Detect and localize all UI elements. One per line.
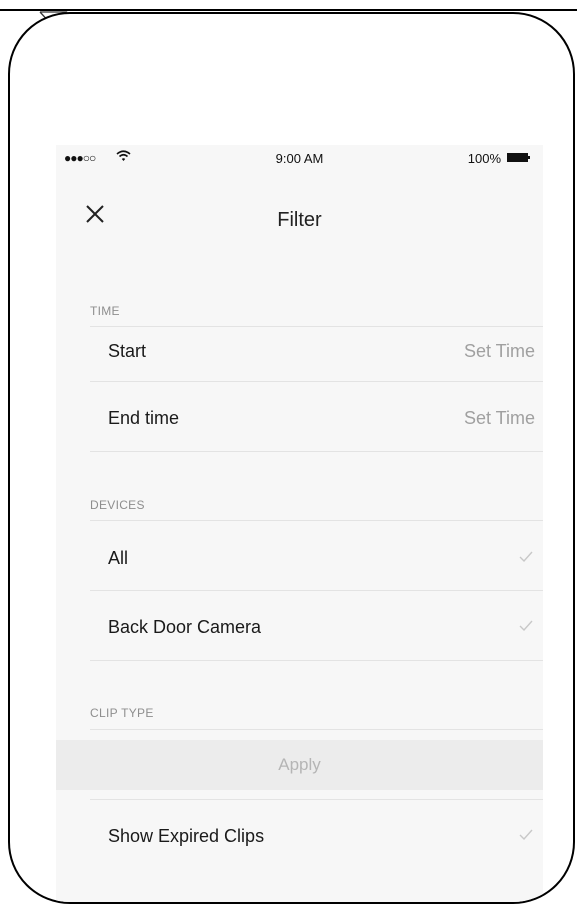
start-time-row[interactable]: Start Set Time — [90, 316, 543, 386]
filter-screen: ●●●○○ 9:00 AM 100% Filter TIME Start Set… — [56, 145, 543, 902]
section-label-clip-type: CLIP TYPE — [90, 706, 154, 720]
divider — [90, 451, 543, 452]
start-time-label: Start — [108, 341, 147, 361]
clip-expired-label: Show Expired Clips — [108, 826, 265, 846]
device-all-label: All — [108, 548, 129, 568]
device-back-door-row[interactable]: Back Door Camera — [90, 592, 543, 662]
status-bar: ●●●○○ 9:00 AM 100% — [56, 145, 543, 171]
top-border-line — [0, 9, 577, 11]
divider — [90, 799, 543, 800]
divider — [90, 590, 543, 591]
device-all-row[interactable]: All — [90, 523, 543, 593]
end-time-row[interactable]: End time Set Time — [90, 383, 543, 453]
check-icon — [519, 620, 533, 631]
clip-expired-row[interactable]: Show Expired Clips — [90, 801, 543, 871]
apply-button[interactable]: Apply — [56, 740, 543, 790]
section-label-devices: DEVICES — [90, 498, 145, 512]
device-back-door-label: Back Door Camera — [108, 617, 262, 637]
check-icon — [519, 551, 533, 562]
check-icon — [519, 829, 533, 840]
battery-percentage: 100% — [467, 151, 501, 166]
page-title: Filter — [277, 209, 322, 231]
end-time-value[interactable]: Set Time — [464, 383, 535, 453]
divider — [90, 520, 543, 521]
divider — [90, 381, 543, 382]
battery-icon — [507, 153, 530, 162]
phone-frame: ●●●○○ 9:00 AM 100% Filter TIME Start Set… — [8, 12, 575, 904]
navigation-bar: Filter — [56, 171, 543, 231]
start-time-value[interactable]: Set Time — [464, 316, 535, 386]
end-time-label: End time — [108, 408, 180, 428]
divider — [90, 729, 543, 730]
divider — [90, 660, 543, 661]
